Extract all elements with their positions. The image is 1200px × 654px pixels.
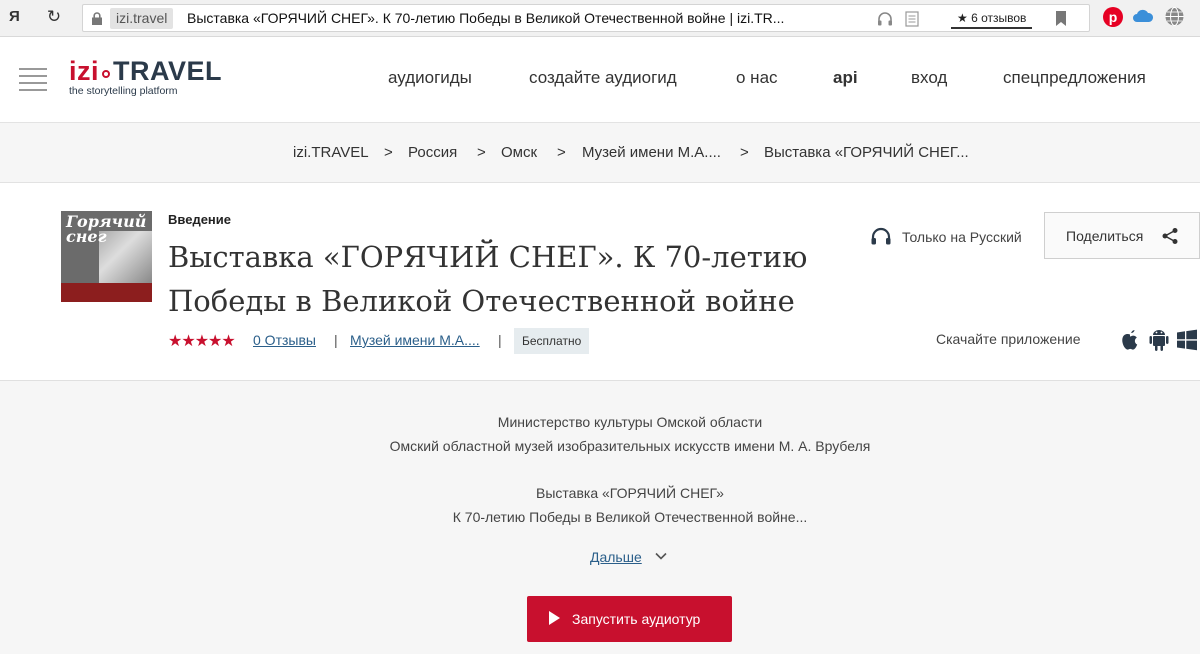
tour-description: Министерство культуры Омской области Омс…: [0, 381, 1200, 654]
browser-logo[interactable]: Я: [9, 8, 20, 25]
breadcrumb-separator: >: [557, 144, 566, 161]
breadcrumb-separator: >: [384, 144, 393, 161]
site-logo[interactable]: izi TRAVEL the storytelling platform: [69, 56, 222, 97]
hamburger-icon[interactable]: [19, 68, 47, 91]
tour-header: Горячий снег Введение Выставка «ГОРЯЧИЙ С…: [0, 183, 1200, 381]
breadcrumb-item-museum[interactable]: Музей имени М.А....: [582, 144, 721, 161]
lock-icon: [92, 12, 102, 25]
nav-audioguides[interactable]: аудиогиды: [388, 68, 472, 88]
nav-create-audioguide[interactable]: создайте аудиогид: [529, 68, 677, 88]
headphones-icon: [871, 227, 891, 245]
reviews-link[interactable]: 0 Отзывы: [253, 332, 316, 348]
breadcrumb-item-home[interactable]: izi.TRAVEL: [293, 144, 369, 161]
reader-icon[interactable]: [905, 11, 919, 27]
domain-chip[interactable]: izi.travel: [110, 8, 174, 29]
address-bar[interactable]: izi.travel Выставка «ГОРЯЧИЙ СНЕГ». К 70…: [82, 4, 1090, 32]
headphones-icon[interactable]: [877, 11, 893, 27]
page-title: Выставка «ГОРЯЧИЙ СНЕГ». К 70-летию Побе…: [168, 240, 808, 318]
language-label: Только на Русский: [902, 229, 1022, 245]
reviews-chip[interactable]: ★ 6 отзывов: [951, 7, 1033, 29]
logo-travel: TRAVEL: [113, 56, 223, 86]
description-line: Выставка «ГОРЯЧИЙ СНЕГ»: [536, 485, 724, 501]
cloud-icon[interactable]: [1132, 7, 1154, 25]
chevron-down-icon[interactable]: [654, 549, 668, 563]
share-button[interactable]: Поделиться: [1044, 212, 1200, 259]
rating-stars: ★★★★★: [168, 333, 236, 350]
apple-icon[interactable]: [1119, 326, 1141, 352]
start-audiotour-label: Запустить аудиотур: [572, 611, 701, 627]
description-line: К 70-летию Победы в Великой Отечественно…: [452, 509, 808, 525]
breadcrumb-separator: >: [477, 144, 486, 161]
site-header: izi TRAVEL the storytelling platform ауди…: [0, 37, 1200, 123]
cover-title-line-2: снег: [66, 227, 107, 246]
breadcrumb-item-country[interactable]: Россия: [408, 144, 457, 161]
nav-login[interactable]: вход: [911, 68, 947, 88]
meta-separator: |: [334, 332, 338, 348]
tour-cover-image[interactable]: Горячий снег: [61, 211, 152, 302]
reload-icon[interactable]: ↻: [44, 7, 64, 27]
read-more-link[interactable]: Дальше: [590, 549, 642, 565]
download-app-label: Скачайте приложение: [936, 331, 1081, 347]
windows-icon[interactable]: [1176, 329, 1198, 351]
description-line: Министерство культуры Омской области: [497, 414, 763, 430]
breadcrumb-item-current: Выставка «ГОРЯЧИЙ СНЕГ...: [764, 144, 969, 161]
play-icon: [549, 611, 560, 625]
museum-link[interactable]: Музей имени М.А....: [350, 332, 480, 348]
nav-api[interactable]: api: [833, 68, 858, 88]
bookmark-icon[interactable]: [1055, 11, 1067, 26]
android-icon[interactable]: [1148, 326, 1170, 352]
meta-separator: |: [498, 332, 502, 348]
start-audiotour-button[interactable]: Запустить аудиотур: [527, 596, 732, 642]
page-title-in-omnibox: Выставка «ГОРЯЧИЙ СНЕГ». К 70-летию Побе…: [187, 10, 785, 26]
browser-toolbar: Я ↻ izi.travel Выставка «ГОРЯЧИЙ СНЕГ». …: [0, 0, 1200, 37]
share-icon: [1162, 228, 1178, 244]
section-label: Введение: [168, 212, 231, 227]
nav-special-offers[interactable]: спецпредложения: [1003, 68, 1146, 88]
breadcrumb: izi.TRAVEL > Россия > Омск > Музей имени…: [0, 123, 1200, 183]
breadcrumb-separator: >: [740, 144, 749, 161]
language-indicator: Только на Русский: [870, 227, 1022, 245]
globe-icon[interactable]: [1164, 6, 1185, 27]
share-label: Поделиться: [1066, 228, 1144, 244]
breadcrumb-item-city[interactable]: Омск: [501, 144, 537, 161]
description-line: Омский областной музей изобразительных и…: [389, 438, 871, 454]
logo-dot-icon: [102, 70, 111, 78]
nav-about[interactable]: о нас: [736, 68, 778, 88]
logo-izi: izi: [69, 56, 100, 86]
pinterest-icon[interactable]: p: [1103, 7, 1123, 27]
price-badge: Бесплатно: [514, 328, 590, 354]
